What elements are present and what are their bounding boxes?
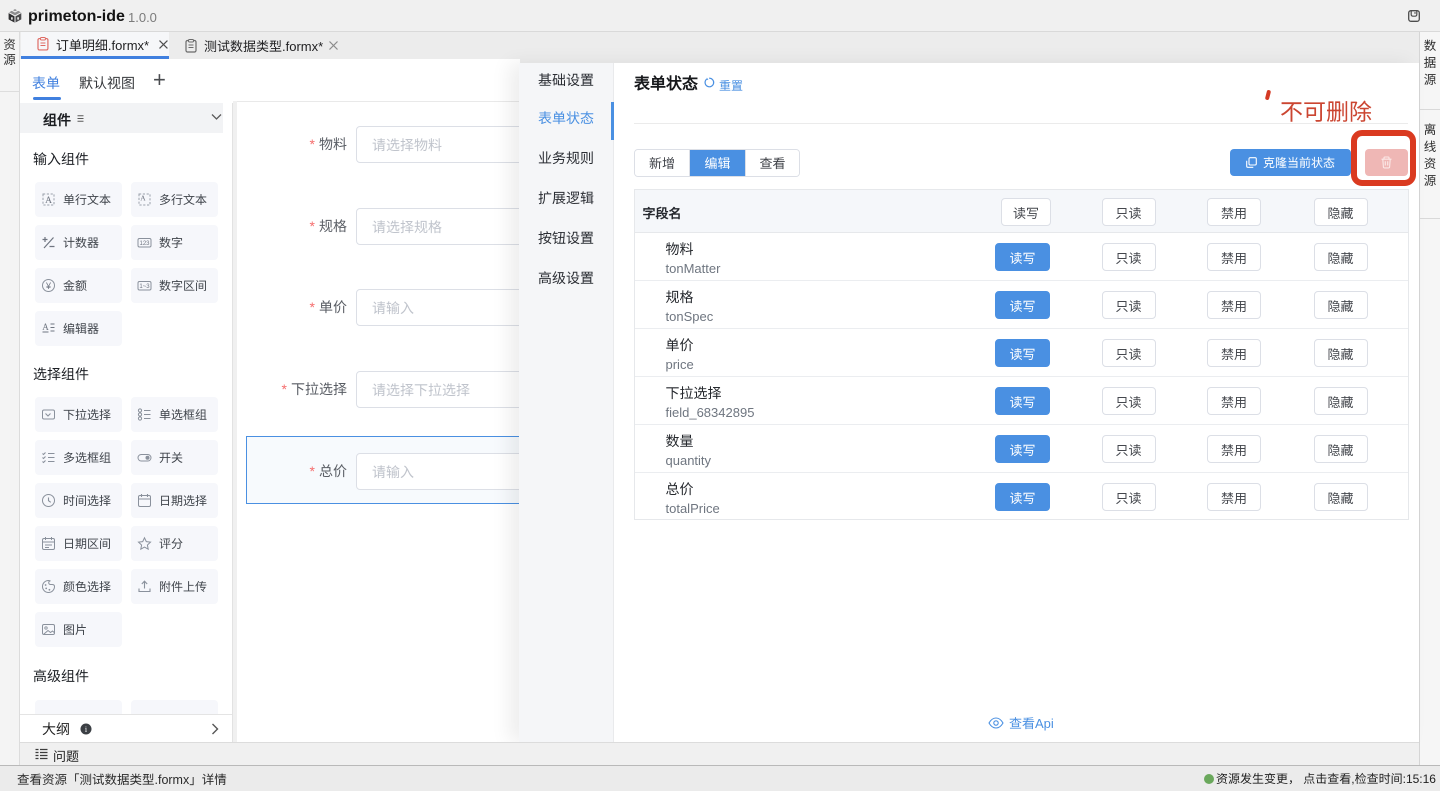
svg-text:A: A [140, 194, 146, 203]
svg-text:A: A [42, 322, 49, 332]
svg-text:1~3: 1~3 [139, 284, 150, 290]
svg-text:¥: ¥ [45, 281, 52, 291]
svg-text:123: 123 [139, 241, 150, 247]
svg-text:A: A [45, 196, 52, 206]
